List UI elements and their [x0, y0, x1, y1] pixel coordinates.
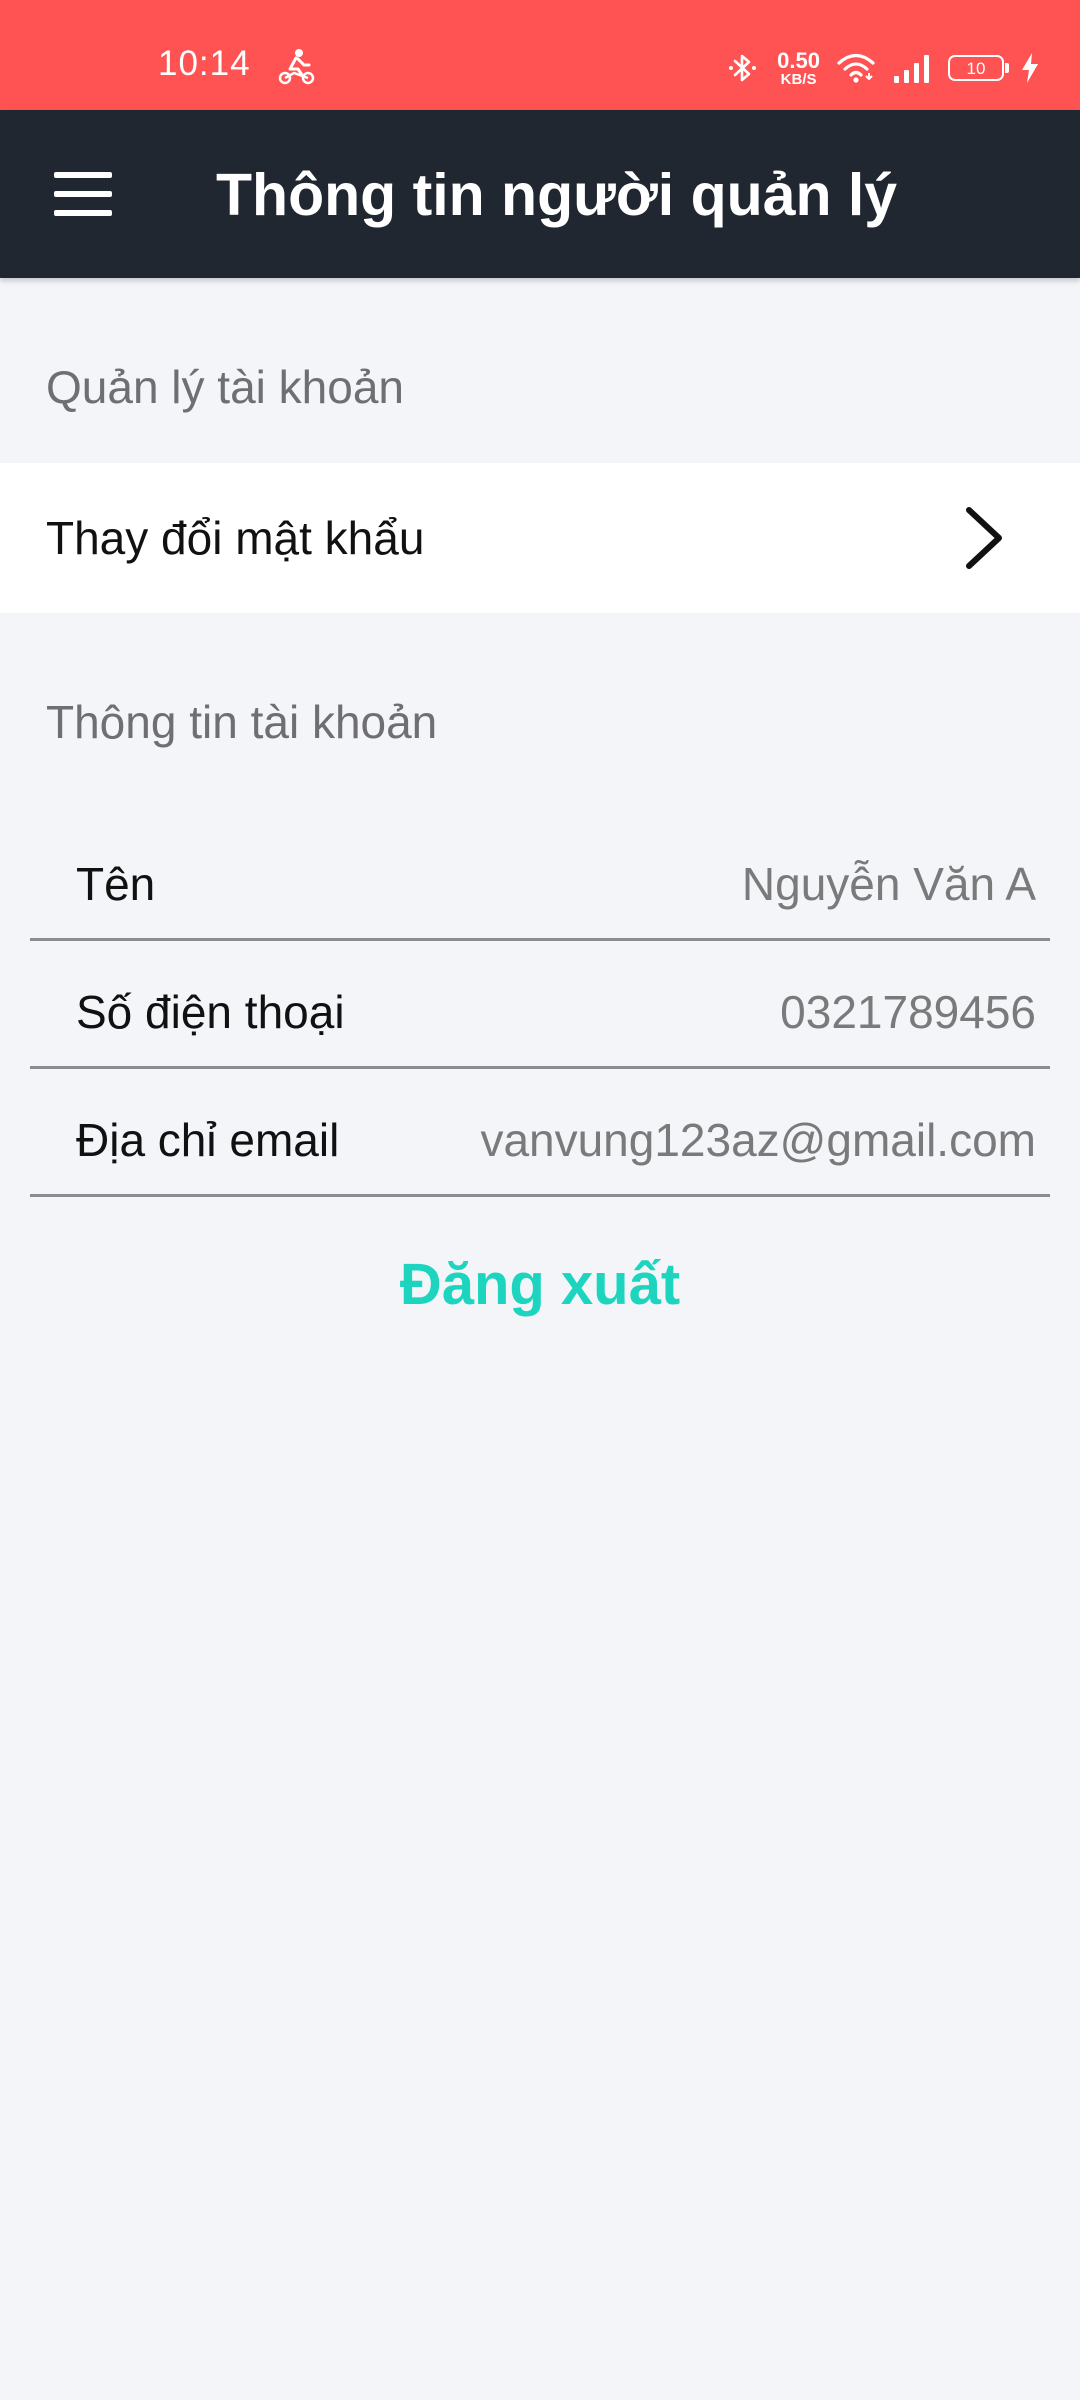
charging-icon — [1022, 53, 1038, 83]
battery-icon: 10 — [948, 55, 1009, 81]
info-row-email: Địa chỉ email vanvung123az@gmail.com — [30, 1066, 1050, 1197]
logout-button[interactable]: Đăng xuất — [0, 1250, 1080, 1320]
section-title-account-management: Quản lý tài khoản — [46, 361, 405, 413]
signal-icon — [894, 55, 929, 83]
email-label: Địa chỉ email — [76, 1114, 340, 1166]
chevron-right-icon — [966, 507, 1002, 569]
page-title: Thông tin người quản lý — [216, 162, 898, 228]
bluetooth-icon — [729, 54, 757, 82]
net-speed-unit: KB/S — [780, 70, 817, 88]
net-speed: 0.50 KB/S — [777, 47, 820, 88]
phone-label: Số điện thoại — [76, 986, 345, 1038]
phone-value: 0321789456 — [780, 986, 1036, 1038]
change-password-row[interactable]: Thay đổi mật khẩu — [0, 463, 1080, 613]
hamburger-menu-icon[interactable] — [54, 172, 114, 216]
section-title-account-info: Thông tin tài khoản — [46, 696, 438, 748]
status-bar: 10:14 0.50 KB/S 10 — [0, 0, 1080, 110]
name-label: Tên — [76, 858, 156, 910]
wifi-icon — [837, 53, 875, 83]
status-right: 0.50 KB/S 10 — [725, 46, 1040, 90]
email-value: vanvung123az@gmail.com — [480, 1114, 1036, 1166]
net-speed-value: 0.50 — [777, 47, 820, 73]
rider-icon — [278, 49, 315, 85]
info-row-phone: Số điện thoại 0321789456 — [30, 938, 1050, 1069]
name-value: Nguyễn Văn A — [741, 858, 1036, 910]
change-password-label: Thay đổi mật khẩu — [46, 512, 425, 564]
battery-level: 10 — [966, 58, 986, 78]
status-time: 10:14 — [158, 44, 251, 83]
app-bar: Thông tin người quản lý — [0, 110, 1080, 278]
info-row-name: Tên Nguyễn Văn A — [30, 810, 1050, 941]
